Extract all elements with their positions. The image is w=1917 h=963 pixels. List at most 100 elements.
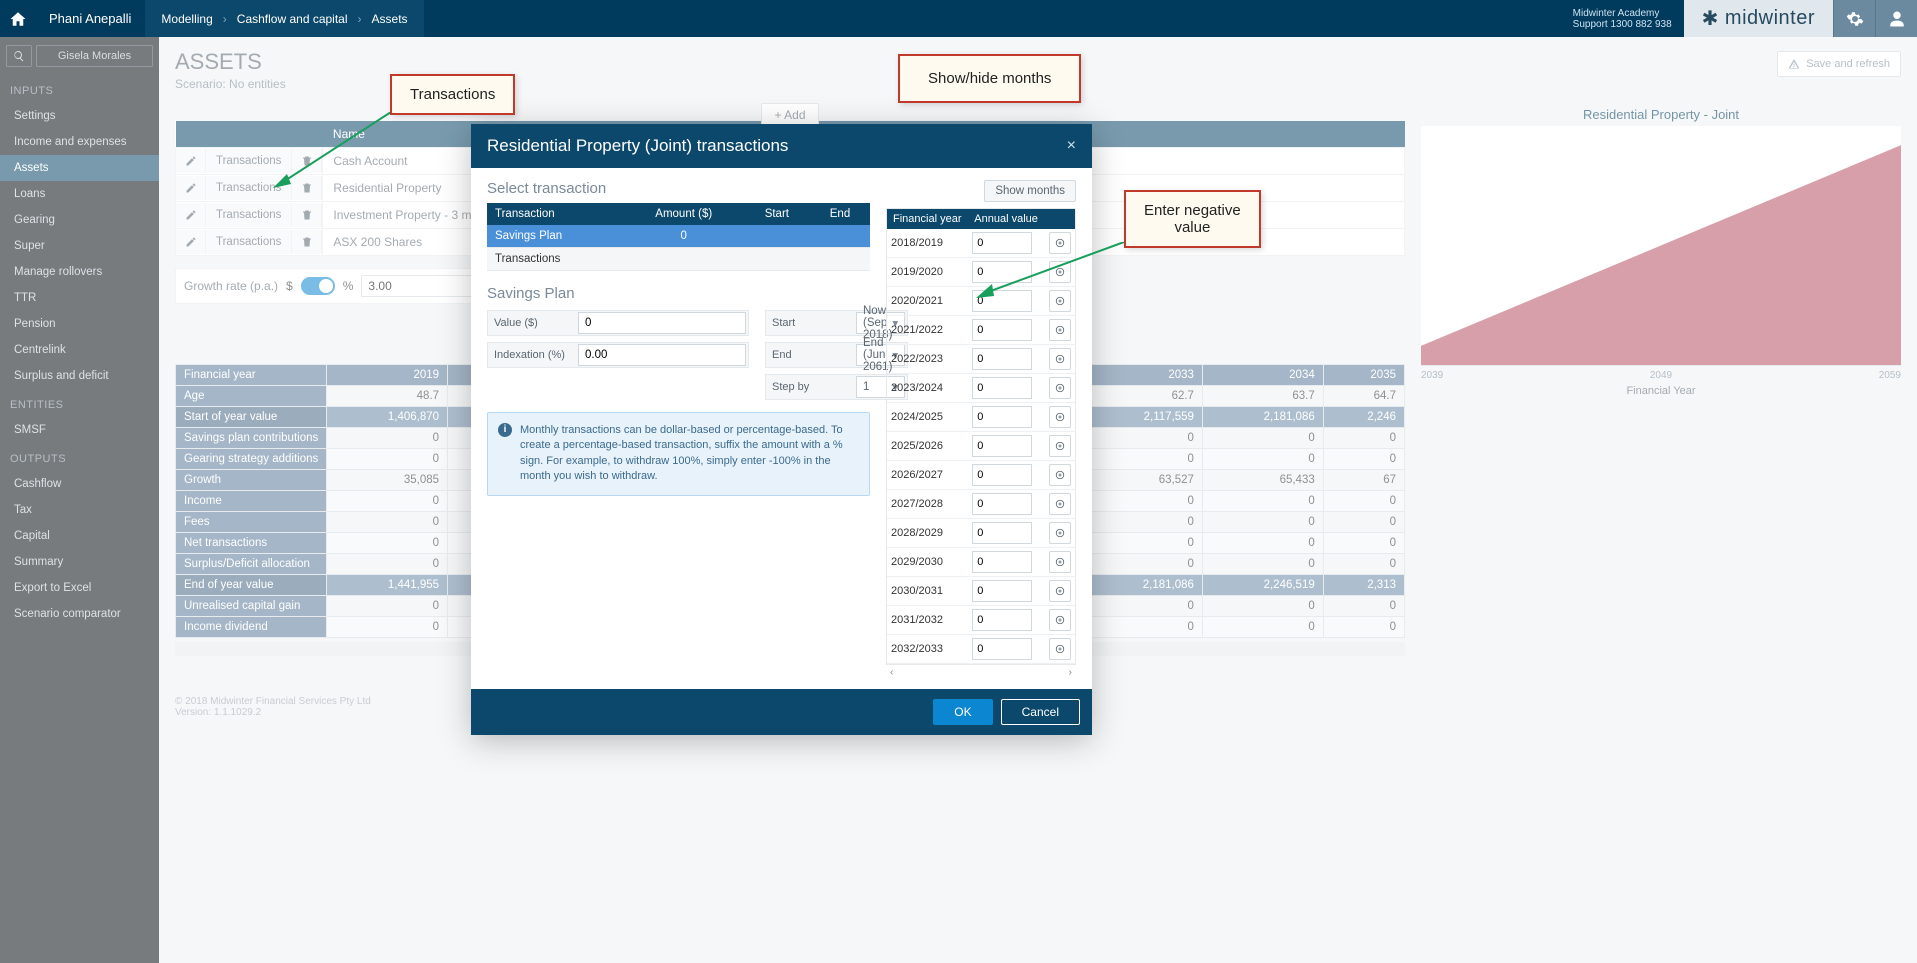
brand-logo: ✱ midwinter	[1684, 0, 1833, 37]
add-month-icon[interactable]	[1049, 406, 1071, 428]
transaction-row-savings-plan[interactable]: Savings Plan 0	[487, 225, 870, 248]
annual-value-input[interactable]	[972, 638, 1032, 660]
annual-value-row: 2029/2030	[887, 548, 1075, 577]
annual-value-input[interactable]	[972, 551, 1032, 573]
annual-value-input[interactable]	[972, 406, 1032, 428]
snowflake-icon: ✱	[1702, 6, 1719, 31]
annual-value-table: Financial year Annual value 2018/2019201…	[887, 209, 1075, 664]
fy-label: 2032/2033	[887, 635, 968, 664]
settings-gear-icon[interactable]	[1833, 0, 1875, 37]
fy-label: 2031/2032	[887, 606, 968, 635]
annual-value-row: 2023/2024	[887, 374, 1075, 403]
fy-label: 2030/2031	[887, 577, 968, 606]
annual-value-row: 2021/2022	[887, 316, 1075, 345]
fy-label: 2018/2019	[887, 229, 968, 258]
chevron-right-icon[interactable]: ›	[1069, 667, 1072, 678]
home-icon[interactable]	[0, 0, 35, 37]
info-message: i Monthly transactions can be dollar-bas…	[487, 412, 870, 496]
breadcrumb: Modelling › Cashflow and capital › Asset…	[145, 0, 423, 37]
fy-label: 2025/2026	[887, 432, 968, 461]
add-month-icon[interactable]	[1049, 464, 1071, 486]
annual-value-row: 2031/2032	[887, 606, 1075, 635]
add-month-icon[interactable]	[1049, 377, 1071, 399]
add-month-icon[interactable]	[1049, 493, 1071, 515]
value-row: Value ($)	[487, 310, 749, 336]
add-month-icon[interactable]	[1049, 290, 1071, 312]
add-month-icon[interactable]	[1049, 232, 1071, 254]
annual-value-input[interactable]	[972, 522, 1032, 544]
current-user[interactable]: Phani Anepalli	[35, 0, 145, 37]
fy-label: 2021/2022	[887, 316, 968, 345]
annual-value-row: 2030/2031	[887, 577, 1075, 606]
breadcrumb-modelling[interactable]: Modelling	[161, 12, 212, 26]
support-phone: Support 1300 882 938	[1573, 19, 1672, 30]
annual-value-input[interactable]	[972, 435, 1032, 457]
transactions-modal: Residential Property (Joint) transaction…	[471, 124, 1092, 735]
ok-button[interactable]: OK	[933, 699, 992, 725]
user-account-icon[interactable]	[1875, 0, 1917, 37]
annual-value-row: 2028/2029	[887, 519, 1075, 548]
select-transaction-table: Transaction Amount ($) Start End Savings…	[487, 203, 870, 271]
transaction-row-transactions[interactable]: Transactions	[487, 248, 870, 271]
callout-negative-value: Enter negativevalue	[1124, 190, 1261, 248]
add-month-icon[interactable]	[1049, 435, 1071, 457]
annual-value-input[interactable]	[972, 580, 1032, 602]
breadcrumb-cashflow[interactable]: Cashflow and capital	[237, 12, 348, 26]
annual-value-row: 2022/2023	[887, 345, 1075, 374]
chevron-right-icon: ›	[358, 12, 362, 26]
fy-label: 2026/2027	[887, 461, 968, 490]
fy-label: 2020/2021	[887, 287, 968, 316]
contact-info: Midwinter Academy Support 1300 882 938	[1561, 0, 1684, 37]
add-month-icon[interactable]	[1049, 319, 1071, 341]
value-input[interactable]	[578, 312, 746, 334]
breadcrumb-assets[interactable]: Assets	[372, 12, 408, 26]
top-bar: Phani Anepalli Modelling › Cashflow and …	[0, 0, 1917, 37]
annual-value-row: 2024/2025	[887, 403, 1075, 432]
modal-title: Residential Property (Joint) transaction…	[487, 136, 788, 156]
academy-link[interactable]: Midwinter Academy	[1573, 8, 1672, 19]
add-month-icon[interactable]	[1049, 551, 1071, 573]
annual-value-input[interactable]	[972, 290, 1032, 312]
annual-value-input[interactable]	[972, 232, 1032, 254]
cancel-button[interactable]: Cancel	[1001, 699, 1080, 725]
plan-title: Savings Plan	[487, 285, 870, 302]
annual-value-row: 2032/2033	[887, 635, 1075, 664]
annual-value-input[interactable]	[972, 348, 1032, 370]
close-icon[interactable]: ×	[1067, 137, 1076, 155]
info-icon: i	[498, 423, 512, 437]
chevron-right-icon: ›	[223, 12, 227, 26]
show-months-button[interactable]: Show months	[984, 180, 1076, 202]
annual-value-input[interactable]	[972, 261, 1032, 283]
fy-label: 2022/2023	[887, 345, 968, 374]
modal-header: Residential Property (Joint) transaction…	[471, 124, 1092, 168]
annual-value-row: 2026/2027	[887, 461, 1075, 490]
fy-label: 2023/2024	[887, 374, 968, 403]
fy-label: 2029/2030	[887, 548, 968, 577]
add-month-icon[interactable]	[1049, 522, 1071, 544]
annual-value-hscroll[interactable]: ‹›	[886, 665, 1076, 679]
annual-value-input[interactable]	[972, 493, 1032, 515]
fy-label: 2027/2028	[887, 490, 968, 519]
add-month-icon[interactable]	[1049, 261, 1071, 283]
add-month-icon[interactable]	[1049, 609, 1071, 631]
chevron-left-icon[interactable]: ‹	[890, 667, 893, 678]
annual-value-input[interactable]	[972, 319, 1032, 341]
annual-value-input[interactable]	[972, 464, 1032, 486]
fy-label: 2019/2020	[887, 258, 968, 287]
annual-value-input[interactable]	[972, 377, 1032, 399]
modal-footer: OK Cancel	[471, 689, 1092, 735]
annual-value-row: 2018/2019	[887, 229, 1075, 258]
fy-label: 2024/2025	[887, 403, 968, 432]
annual-value-row: 2027/2028	[887, 490, 1075, 519]
annual-value-scroll[interactable]: Financial year Annual value 2018/2019201…	[886, 208, 1076, 665]
add-month-icon[interactable]	[1049, 580, 1071, 602]
add-month-icon[interactable]	[1049, 348, 1071, 370]
callout-show-hide-months: Show/hide months	[898, 54, 1081, 103]
annual-value-row: 2025/2026	[887, 432, 1075, 461]
select-transaction-title: Select transaction	[487, 180, 870, 197]
annual-value-input[interactable]	[972, 609, 1032, 631]
indexation-input[interactable]	[578, 344, 746, 366]
callout-transactions: Transactions	[390, 74, 515, 115]
fy-label: 2028/2029	[887, 519, 968, 548]
add-month-icon[interactable]	[1049, 638, 1071, 660]
